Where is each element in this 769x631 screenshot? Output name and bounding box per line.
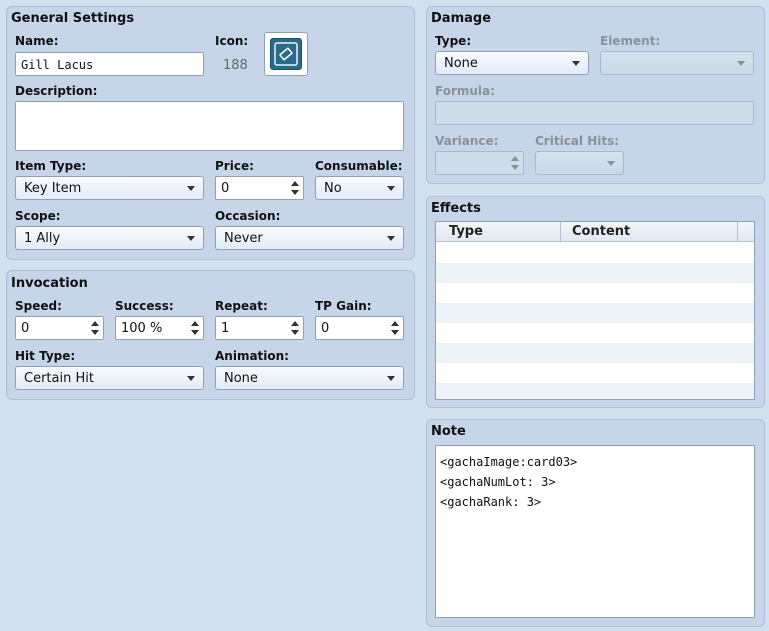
repeat-spinner[interactable]: 1 <box>215 316 304 340</box>
scope-select[interactable]: 1 Ally <box>15 226 204 250</box>
animation-value: None <box>224 371 258 386</box>
element-label: Element: <box>600 34 661 48</box>
occasion-label: Occasion: <box>215 209 281 223</box>
table-row[interactable] <box>436 343 754 363</box>
price-spinner[interactable]: 0 <box>215 176 304 200</box>
spinner-arrows-icon[interactable] <box>290 179 300 197</box>
occasion-value: Never <box>224 231 263 246</box>
icon-label: Icon: <box>215 34 249 48</box>
note-line: <gachaRank: 3> <box>440 495 542 509</box>
chevron-down-icon <box>187 376 195 381</box>
chevron-down-icon <box>737 61 745 66</box>
damage-type-label: Type: <box>435 34 472 48</box>
description-value <box>16 102 403 150</box>
chevron-down-icon <box>187 236 195 241</box>
spinner-arrows-icon[interactable] <box>290 319 300 337</box>
chevron-down-icon <box>607 161 615 166</box>
table-row[interactable] <box>436 323 754 343</box>
name-field[interactable]: Gill Lacus <box>15 52 204 76</box>
spinner-arrows-icon[interactable] <box>90 319 100 337</box>
scope-value: 1 Ally <box>24 231 61 246</box>
damage-type-select[interactable]: None <box>435 51 589 75</box>
general-settings-title: General Settings <box>11 11 135 26</box>
animation-select[interactable]: None <box>215 366 404 390</box>
table-row[interactable] <box>436 363 754 383</box>
element-select[interactable] <box>600 51 754 75</box>
hit-type-label: Hit Type: <box>15 349 76 363</box>
item-type-value: Key Item <box>24 181 82 196</box>
spinner-arrows-icon[interactable] <box>390 319 400 337</box>
icon-index: 188 <box>223 58 248 73</box>
tp-gain-spinner[interactable]: 0 <box>315 316 404 340</box>
table-row[interactable] <box>436 383 754 399</box>
note-title: Note <box>431 424 466 439</box>
column-header-type[interactable]: Type <box>449 224 483 239</box>
formula-field[interactable] <box>435 101 754 125</box>
note-textarea[interactable]: <gachaImage:card03> <gachaNumLot: 3> <ga… <box>435 445 755 618</box>
chevron-down-icon <box>572 61 580 66</box>
description-field[interactable] <box>15 101 404 151</box>
occasion-select[interactable]: Never <box>215 226 404 250</box>
chevron-down-icon <box>387 376 395 381</box>
note-line: <gachaImage:card03> <box>440 455 578 469</box>
success-label: Success: <box>115 299 174 313</box>
speed-spinner[interactable]: 0 <box>15 316 104 340</box>
effects-table-header: Type Content <box>436 222 754 242</box>
formula-label: Formula: <box>435 84 495 98</box>
name-label: Name: <box>15 34 59 48</box>
variance-spinner[interactable] <box>435 151 524 175</box>
hit-type-select[interactable]: Certain Hit <box>15 366 204 390</box>
consumable-select[interactable]: No <box>315 176 404 200</box>
chevron-down-icon <box>387 186 395 191</box>
spinner-arrows-icon[interactable] <box>510 154 520 172</box>
table-row[interactable] <box>436 283 754 303</box>
speed-label: Speed: <box>15 299 62 313</box>
repeat-label: Repeat: <box>215 299 268 313</box>
table-row[interactable] <box>436 303 754 323</box>
success-spinner[interactable]: 100 % <box>115 316 204 340</box>
damage-title: Damage <box>431 11 492 26</box>
consumable-label: Consumable: <box>315 159 403 173</box>
effects-table[interactable]: Type Content <box>435 221 755 400</box>
animation-label: Animation: <box>215 349 289 363</box>
item-type-label: Item Type: <box>15 159 87 173</box>
critical-hits-label: Critical Hits: <box>535 134 620 148</box>
description-label: Description: <box>15 84 98 98</box>
table-row[interactable] <box>436 243 754 263</box>
variance-label: Variance: <box>435 134 499 148</box>
formula-value <box>436 102 753 124</box>
hit-type-value: Certain Hit <box>24 371 94 386</box>
chevron-down-icon <box>387 236 395 241</box>
spinner-arrows-icon[interactable] <box>190 319 200 337</box>
price-label: Price: <box>215 159 254 173</box>
effects-title: Effects <box>431 201 481 216</box>
consumable-value: No <box>324 181 342 196</box>
chevron-down-icon <box>187 186 195 191</box>
invocation-title: Invocation <box>11 276 88 291</box>
icon-picker-button[interactable] <box>264 32 308 76</box>
column-header-content[interactable]: Content <box>572 224 630 239</box>
damage-type-value: None <box>444 56 478 71</box>
tp-gain-label: TP Gain: <box>315 299 372 313</box>
critical-hits-select[interactable] <box>535 151 624 175</box>
item-type-select[interactable]: Key Item <box>15 176 204 200</box>
table-row[interactable] <box>436 263 754 283</box>
card-icon <box>270 38 302 70</box>
scope-label: Scope: <box>15 209 61 223</box>
name-value: Gill Lacus <box>21 58 94 72</box>
note-line: <gachaNumLot: 3> <box>440 475 556 489</box>
